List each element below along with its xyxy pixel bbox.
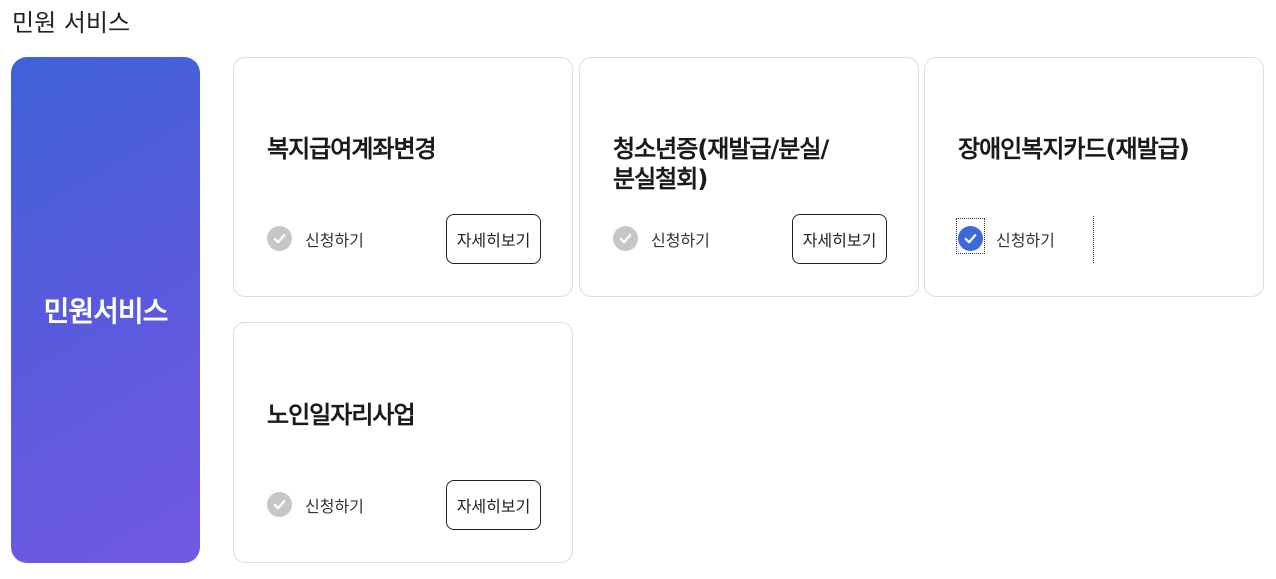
apply-label: 신청하기 bbox=[996, 230, 1055, 250]
service-card: 청소년증(재발급/분실/ 분실철회) 신청하기 자세히보기 bbox=[579, 57, 919, 297]
apply-toggle[interactable]: 신청하기 bbox=[958, 226, 1055, 251]
apply-toggle[interactable]: 신청하기 bbox=[267, 492, 364, 517]
detail-button[interactable]: 자세히보기 bbox=[446, 214, 541, 264]
service-card: 노인일자리사업 신청하기 자세히보기 bbox=[233, 322, 573, 563]
apply-label: 신청하기 bbox=[305, 496, 364, 516]
check-circle-icon bbox=[267, 226, 292, 251]
service-card: 장애인복지카드(재발급) 신청하기 bbox=[924, 57, 1264, 297]
detail-button[interactable]: 자세히보기 bbox=[446, 480, 541, 530]
card-title: 복지급여계좌변경 bbox=[267, 135, 437, 163]
hero-banner: 민원서비스 bbox=[11, 57, 200, 563]
page: 민원 서비스 민원서비스 복지급여계좌변경 신청하기 자세히보기 청소년증(재발… bbox=[0, 0, 1276, 579]
focus-outline bbox=[1093, 216, 1095, 263]
apply-label: 신청하기 bbox=[651, 230, 710, 250]
service-card: 복지급여계좌변경 신청하기 자세히보기 bbox=[233, 57, 573, 297]
card-title: 청소년증(재발급/분실/ 분실철회) bbox=[613, 134, 829, 194]
check-circle-icon bbox=[958, 226, 983, 251]
page-title: 민원 서비스 bbox=[12, 9, 131, 37]
detail-button[interactable]: 자세히보기 bbox=[792, 214, 887, 264]
card-title-line: 청소년증(재발급/분실/ bbox=[613, 135, 829, 163]
card-title-line: 분실철회) bbox=[613, 165, 708, 193]
card-title: 장애인복지카드(재발급) bbox=[958, 135, 1190, 163]
apply-label: 신청하기 bbox=[305, 230, 364, 250]
hero-label: 민원서비스 bbox=[43, 295, 169, 328]
apply-toggle[interactable]: 신청하기 bbox=[613, 226, 710, 251]
apply-toggle[interactable]: 신청하기 bbox=[267, 226, 364, 251]
card-title: 노인일자리사업 bbox=[267, 401, 416, 429]
check-circle-icon bbox=[613, 226, 638, 251]
check-circle-icon bbox=[267, 492, 292, 517]
